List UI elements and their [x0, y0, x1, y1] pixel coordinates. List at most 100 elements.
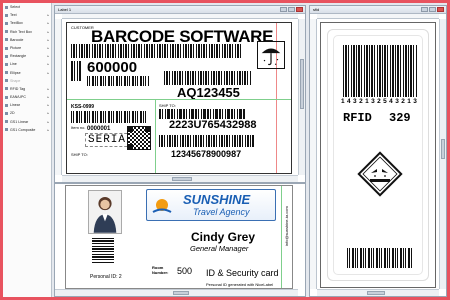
shape-icon: [5, 79, 8, 83]
umbrella-icon[interactable]: [257, 41, 285, 69]
label-window-titlebar[interactable]: Label 1: [55, 6, 305, 14]
expand-arrow-icon[interactable]: ▸: [47, 118, 49, 126]
toolbox-item-label: 2D: [10, 111, 15, 116]
toolbox-item[interactable]: Rectangle ▸: [3, 52, 51, 60]
expand-arrow-icon[interactable]: ▸: [47, 109, 49, 117]
minimize-button[interactable]: [280, 7, 287, 12]
toolbox-item-label: Rich Text Box: [10, 29, 32, 34]
ean-barcode[interactable]: [159, 135, 255, 147]
toolbox-item[interactable]: Text ▸: [3, 11, 51, 19]
horizontal-ruler[interactable]: [62, 14, 298, 19]
sunshine-logo[interactable]: SUNSHINE Travel Agency: [146, 189, 276, 221]
qty-value[interactable]: 600000: [87, 59, 137, 76]
rfid-window-title: sfid: [313, 7, 320, 12]
text-icon: [5, 13, 8, 17]
rfid-barcode[interactable]: [343, 45, 417, 97]
toolbox-item[interactable]: GS1 Composite ▸: [3, 126, 51, 134]
expand-arrow-icon[interactable]: ▸: [47, 69, 49, 77]
id-horizontal-scrollbar[interactable]: [55, 289, 298, 296]
expand-arrow-icon[interactable]: ▸: [47, 85, 49, 93]
toolbox-item-label: Linear: [10, 103, 20, 108]
expand-arrow-icon[interactable]: ▸: [47, 28, 49, 36]
select-icon: [5, 5, 8, 9]
toolbox-item[interactable]: TextBox ▸: [3, 19, 51, 27]
personal-id[interactable]: Personal ID: 2: [90, 274, 122, 280]
toolbox-item-label: Select: [10, 5, 20, 9]
sun-icon: [151, 196, 173, 216]
kss-barcode[interactable]: [71, 111, 147, 123]
toolbox-item[interactable]: 2D ▸: [3, 109, 51, 117]
toolbox-item-label: Text: [10, 13, 17, 18]
top-barcode[interactable]: [71, 44, 241, 58]
id-card-canvas[interactable]: Personal ID: 2 SUNSHINE Travel Agency Ci…: [65, 185, 293, 289]
close-button[interactable]: [296, 7, 303, 12]
rfid-label-canvas[interactable]: 1 4 3 2 1 3 2 5 4 3 2 1 3 RFID 329: [320, 22, 436, 288]
vertical-scrollbar[interactable]: [298, 19, 305, 175]
id-guide: [281, 186, 282, 288]
pdf417-barcode[interactable]: [92, 238, 114, 264]
rfid-horizontal-ruler[interactable]: [317, 14, 439, 19]
id-card-window: Personal ID: 2 SUNSHINE Travel Agency Ci…: [54, 183, 306, 297]
toolbox-item[interactable]: Picture ▸: [3, 44, 51, 52]
kss-code[interactable]: KSS-0999: [71, 104, 94, 110]
gs1-linear-icon: [5, 120, 8, 124]
rfid-maximize-button[interactable]: [429, 7, 436, 12]
room-number[interactable]: 500: [177, 266, 192, 276]
toolbox-item[interactable]: EAN/UPC ▸: [3, 93, 51, 101]
expand-arrow-icon[interactable]: ▸: [47, 44, 49, 52]
barcode-label-canvas[interactable]: CUSTOMER BARCODE SOFTWARE 600000 AQ12345…: [66, 22, 292, 174]
horizontal-scrollbar[interactable]: [62, 175, 298, 182]
qty-barcode[interactable]: [87, 76, 149, 86]
rfid-bottom-barcode[interactable]: [347, 248, 413, 268]
qty-barcode-left[interactable]: [71, 61, 81, 81]
window-title: Label 1: [58, 7, 72, 12]
expand-arrow-icon[interactable]: ▸: [47, 126, 49, 134]
card-type[interactable]: ID & Security card: [206, 268, 279, 278]
aq-barcode[interactable]: [164, 71, 252, 85]
toolbox-item[interactable]: Line ▸: [3, 60, 51, 68]
rfid-digits[interactable]: 1 4 3 2 1 3 2 5 4 3 2 1 3: [341, 98, 417, 105]
tracking-barcode[interactable]: [159, 109, 245, 119]
textbox-icon: [5, 21, 8, 25]
toolbox-item[interactable]: GS1 Linear ▸: [3, 118, 51, 126]
person-name[interactable]: Cindy Grey: [191, 230, 255, 244]
rfid-number[interactable]: 329: [389, 111, 411, 125]
expand-arrow-icon[interactable]: ▸: [47, 93, 49, 101]
toolbox-item[interactable]: RFID Tag ▸: [3, 85, 51, 93]
rfid-vertical-ruler[interactable]: [310, 19, 317, 289]
toolbox-item[interactable]: Ellipse ▸: [3, 69, 51, 77]
toolbox-item[interactable]: Rich Text Box ▸: [3, 28, 51, 36]
aq-code[interactable]: AQ123455: [177, 85, 240, 100]
rfid-vertical-scrollbar[interactable]: [439, 19, 446, 289]
corrosive-hazard-icon[interactable]: [355, 149, 405, 199]
toolbox-item[interactable]: Linear ▸: [3, 101, 51, 109]
footer-note: Personal ID generated with NiceLabel: [206, 282, 274, 287]
rfid-horizontal-scrollbar[interactable]: [317, 289, 439, 296]
expand-arrow-icon[interactable]: ▸: [47, 11, 49, 19]
tracking-number[interactable]: 2223U765432988: [169, 119, 256, 131]
rfid-label[interactable]: RFID: [343, 111, 372, 125]
ean-number[interactable]: 12345678900987: [171, 149, 241, 159]
column-guide: [155, 99, 156, 173]
expand-arrow-icon[interactable]: ▸: [47, 101, 49, 109]
brand-tagline: Travel Agency: [193, 207, 250, 217]
vertical-ruler[interactable]: [55, 19, 62, 175]
qr-code[interactable]: [127, 126, 151, 150]
expand-arrow-icon[interactable]: ▸: [47, 36, 49, 44]
maximize-button[interactable]: [288, 7, 295, 12]
toolbox-item-label: RFID Tag: [10, 86, 26, 91]
rfid-minimize-button[interactable]: [421, 7, 428, 12]
person-photo[interactable]: [88, 190, 122, 234]
toolbox-item[interactable]: Barcode ▸: [3, 36, 51, 44]
person-role[interactable]: General Manager: [190, 244, 248, 253]
tracking-caption: SHIP TO:: [159, 103, 176, 108]
serial-number[interactable]: 0000001: [87, 126, 110, 132]
expand-arrow-icon[interactable]: ▸: [47, 52, 49, 60]
expand-arrow-icon[interactable]: ▸: [47, 19, 49, 27]
linear-icon: [5, 103, 8, 107]
rfid-window-titlebar[interactable]: sfid: [310, 6, 446, 14]
toolbox-item[interactable]: Shape: [3, 77, 51, 85]
toolbox-item[interactable]: Select: [3, 3, 51, 11]
rfid-close-button[interactable]: [437, 7, 444, 12]
expand-arrow-icon[interactable]: ▸: [47, 60, 49, 68]
